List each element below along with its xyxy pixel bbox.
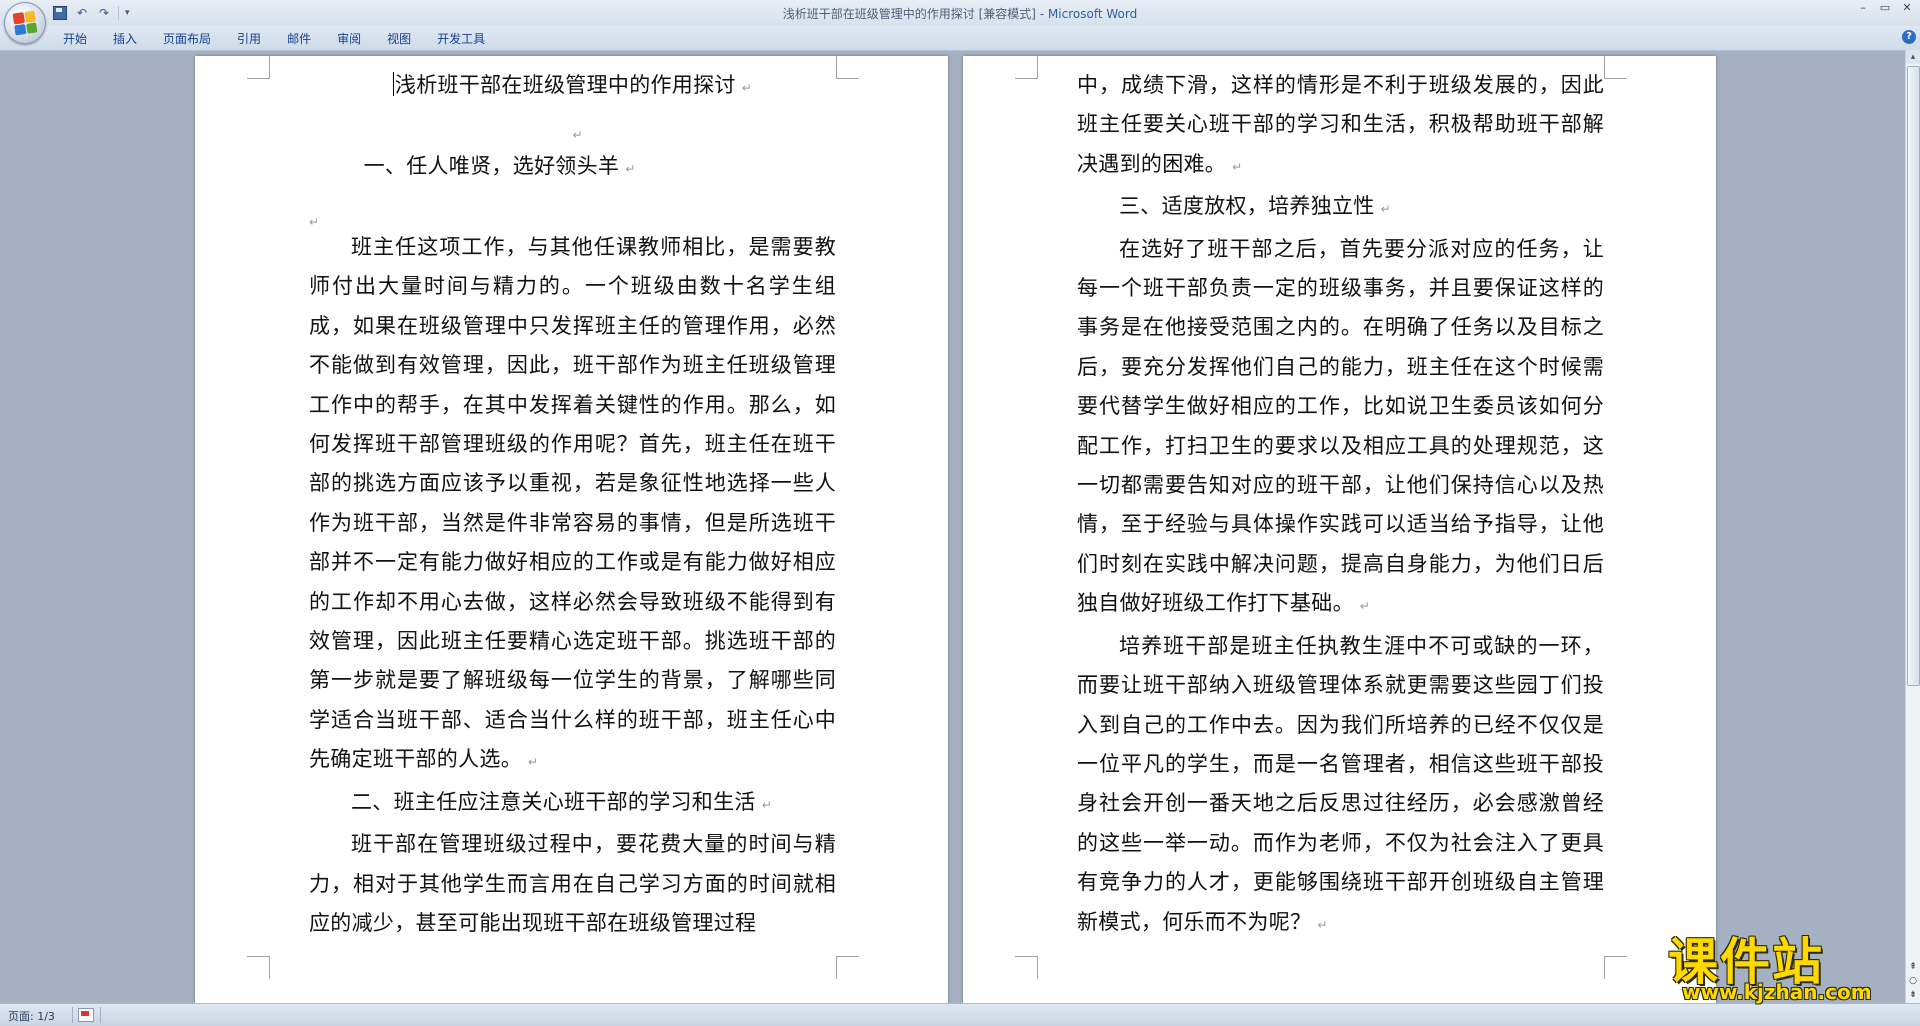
document-title[interactable]: 浅析班干部在班级管理中的作用探讨 ↵: [309, 66, 836, 108]
scroll-up-icon[interactable]: ▴: [1906, 50, 1920, 64]
previous-page-icon[interactable]: ⇞: [1909, 962, 1917, 972]
document-area[interactable]: 浅析班干部在班级管理中的作用探讨 ↵ ↵ 一、任人唯贤，选好领头羊 ↵ ↵ 班主任这…: [0, 51, 1906, 1003]
tab-home[interactable]: 开始: [50, 26, 100, 50]
section-heading-2-text: 二、班主任应注意关心班干部的学习和生活: [351, 789, 756, 814]
empty-paragraph: ↵: [309, 108, 836, 147]
text-cursor: [392, 72, 394, 96]
paragraph-mark-icon: ↵: [1232, 159, 1243, 174]
save-icon: [53, 6, 67, 20]
window-title-document: 浅析班干部在班级管理中的作用探讨 [兼容模式] -: [782, 7, 1048, 21]
section-heading-2[interactable]: 二、班主任应注意关心班干部的学习和生活 ↵: [309, 783, 836, 825]
qat-separator: [118, 6, 119, 20]
paragraph-2-end-text: 中，成绩下滑，这样的情形是不利于班级发展的，因此班主任要关心班干部的学习和生活，…: [1077, 73, 1604, 176]
status-bar: 页面: 1/3: [0, 1003, 1920, 1026]
vertical-scrollbar[interactable]: ▴ ⇞ ○ ⇟: [1905, 50, 1920, 1003]
page-1-text[interactable]: 浅析班干部在班级管理中的作用探讨 ↵ ↵ 一、任人唯贤，选好领头羊 ↵ ↵ 班主任这…: [309, 66, 836, 943]
quick-access-toolbar: ↶ ↷ ▾: [52, 4, 130, 22]
crop-mark-bottom-left: [247, 956, 270, 979]
customize-qat-dropdown[interactable]: ▾: [125, 8, 130, 18]
crop-mark-bottom-right: [1604, 956, 1627, 979]
redo-button[interactable]: ↷: [96, 5, 112, 21]
section-heading-1-text: 一、任人唯贤，选好领头羊: [363, 154, 620, 178]
restore-button[interactable]: ▭: [1878, 2, 1892, 14]
page-2-text[interactable]: 中，成绩下滑，这样的情形是不利于班级发展的，因此班主任要关心班干部的学习和生活，…: [1077, 66, 1604, 945]
page-indicator[interactable]: 页面: 1/3: [8, 1008, 55, 1024]
next-page-icon[interactable]: ⇟: [1909, 990, 1917, 1000]
paragraph-mark-icon: ↵: [625, 162, 636, 176]
window-controls: – ▭ ✕: [1856, 2, 1914, 14]
paragraph-mark-icon: ↵: [1380, 202, 1391, 217]
paragraph-2-start-text: 班干部在管理班级过程中，要花费大量的时间与精力，相对于其他学生而言用在自己学习方…: [309, 832, 836, 935]
ribbon-tab-bar: 开始 插入 页面布局 引用 邮件 审阅 视图 开发工具 ?: [0, 26, 1920, 51]
paragraph-mark-icon: ↵: [572, 128, 583, 142]
paragraph-1[interactable]: 班主任这项工作，与其他任课教师相比，是需要教师付出大量时间与精力的。一个班级由数…: [309, 228, 836, 783]
office-logo-red: [12, 12, 25, 25]
document-title-text: 浅析班干部在班级管理中的作用探讨: [394, 73, 736, 97]
paragraph-2-start[interactable]: 班干部在管理班级过程中，要花费大量的时间与精力，相对于其他学生而言用在自己学习方…: [309, 825, 836, 943]
section-heading-3[interactable]: 三、适度放权，培养独立性 ↵: [1077, 187, 1604, 229]
paragraph-mark-icon: ↵: [1359, 599, 1371, 614]
paragraph-mark-icon: ↵: [309, 215, 320, 229]
section-heading-3-text: 三、适度放权，培养独立性: [1119, 194, 1375, 219]
office-button[interactable]: [4, 2, 46, 44]
help-icon[interactable]: ?: [1902, 30, 1916, 44]
office-logo-blue: [14, 23, 27, 36]
paragraph-3[interactable]: 在选好了班干部之后，首先要分派对应的任务，让每一个班干部负责一定的班级事务，并且…: [1077, 230, 1604, 627]
crop-mark-top-right: [1604, 56, 1627, 79]
window-title: 浅析班干部在班级管理中的作用探讨 [兼容模式] - Microsoft Word: [0, 5, 1920, 22]
undo-button[interactable]: ↶: [74, 5, 90, 21]
tab-developer[interactable]: 开发工具: [424, 26, 498, 50]
tab-review[interactable]: 审阅: [324, 26, 374, 50]
paragraph-mark-icon: ↵: [1317, 917, 1328, 932]
empty-paragraph: ↵: [309, 189, 836, 229]
office-logo-icon: [12, 10, 38, 36]
window-title-app: Microsoft Word: [1047, 7, 1138, 21]
paragraph-mark-icon: ↵: [528, 755, 539, 770]
ribbon-tabs: 开始 插入 页面布局 引用 邮件 审阅 视图 开发工具: [50, 26, 498, 50]
paragraph-3-text: 在选好了班干部之后，首先要分派对应的任务，让每一个班干部负责一定的班级事务，并且…: [1077, 236, 1604, 616]
paragraph-mark-icon: ↵: [741, 81, 753, 95]
select-browse-object-icon[interactable]: ○: [1909, 976, 1917, 986]
document-page-2[interactable]: 中，成绩下滑，这样的情形是不利于班级发展的，因此班主任要关心班干部的学习和生活，…: [963, 56, 1716, 1003]
crop-mark-top-left: [247, 56, 270, 79]
tab-view[interactable]: 视图: [374, 26, 424, 50]
browse-buttons: ⇞ ○ ⇟: [1906, 962, 1920, 1003]
crop-mark-bottom-right: [836, 956, 859, 979]
crop-mark-bottom-left: [1015, 956, 1038, 979]
scrollbar-thumb[interactable]: [1907, 66, 1920, 686]
status-separator: [100, 1007, 101, 1023]
tab-insert[interactable]: 插入: [100, 26, 150, 50]
crop-mark-top-right: [836, 56, 859, 79]
paragraph-2-end[interactable]: 中，成绩下滑，这样的情形是不利于班级发展的，因此班主任要关心班干部的学习和生活，…: [1077, 66, 1604, 187]
tab-page-layout[interactable]: 页面布局: [150, 26, 224, 50]
office-logo-green: [25, 21, 38, 34]
minimize-button[interactable]: –: [1856, 2, 1870, 14]
crop-mark-top-left: [1015, 56, 1038, 79]
paragraph-4-text: 培养班干部是班主任执教生涯中不可或缺的一环，而要让班干部纳入班级管理体系就更需要…: [1077, 633, 1604, 934]
proofing-status-icon[interactable]: [78, 1008, 94, 1022]
status-separator: [72, 1007, 73, 1023]
office-logo-yellow: [23, 10, 36, 23]
paragraph-mark-icon: ↵: [761, 797, 773, 812]
save-button[interactable]: [52, 5, 68, 21]
title-bar: ↶ ↷ ▾ 浅析班干部在班级管理中的作用探讨 [兼容模式] - Microsof…: [0, 0, 1920, 27]
tab-references[interactable]: 引用: [224, 26, 274, 50]
paragraph-4[interactable]: 培养班干部是班主任执教生涯中不可或缺的一环，而要让班干部纳入班级管理体系就更需要…: [1077, 627, 1604, 945]
tab-mailings[interactable]: 邮件: [274, 26, 324, 50]
paragraph-1-text: 班主任这项工作，与其他任课教师相比，是需要教师付出大量时间与精力的。一个班级由数…: [309, 235, 836, 772]
document-page-1[interactable]: 浅析班干部在班级管理中的作用探讨 ↵ ↵ 一、任人唯贤，选好领头羊 ↵ ↵ 班主任这…: [195, 56, 948, 1003]
close-button[interactable]: ✕: [1900, 2, 1914, 14]
